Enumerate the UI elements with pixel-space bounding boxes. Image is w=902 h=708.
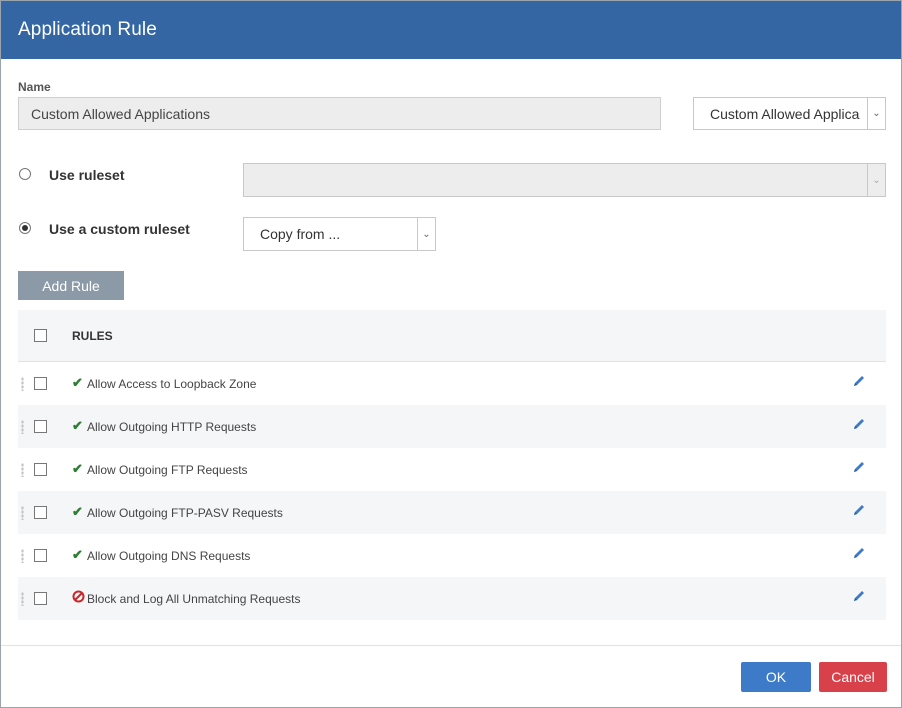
check-icon: ✔ (72, 461, 83, 476)
chevron-down-icon: ⌄ (417, 218, 435, 250)
pencil-icon[interactable] (852, 503, 866, 519)
pencil-icon[interactable] (852, 374, 866, 390)
rule-label: Block and Log All Unmatching Requests (87, 592, 301, 606)
table-row[interactable]: ✔ Allow Access to Loopback Zone (18, 362, 886, 405)
row-checkbox[interactable] (34, 506, 47, 519)
check-icon: ✔ (72, 375, 83, 390)
row-checkbox[interactable] (34, 463, 47, 476)
block-icon (72, 590, 85, 606)
pencil-icon[interactable] (852, 589, 866, 605)
application-rule-dialog: Application Rule Name Custom Allowed App… (0, 0, 902, 708)
name-select[interactable]: Custom Allowed Applica ⌄ (693, 97, 886, 130)
pencil-icon[interactable] (852, 546, 866, 562)
name-select-value: Custom Allowed Applica (710, 105, 860, 122)
select-all-checkbox[interactable] (34, 329, 47, 342)
rules-table: RULES ✔ Allow Access to Loopback Zone ✔ All… (18, 310, 886, 620)
copy-from-value: Copy from ... (260, 226, 341, 242)
rule-label: Allow Outgoing FTP-PASV Requests (87, 506, 283, 520)
rule-label: Allow Access to Loopback Zone (87, 377, 257, 391)
use-ruleset-radio[interactable] (19, 168, 31, 180)
table-row[interactable]: Block and Log All Unmatching Requests (18, 577, 886, 620)
row-checkbox[interactable] (34, 592, 47, 605)
table-row[interactable]: ✔ Allow Outgoing FTP-PASV Requests (18, 491, 886, 534)
row-checkbox[interactable] (34, 549, 47, 562)
table-row[interactable]: ✔ Allow Outgoing HTTP Requests (18, 405, 886, 448)
dialog-title: Application Rule (18, 19, 157, 40)
check-icon: ✔ (72, 418, 83, 433)
check-icon: ✔ (72, 504, 83, 519)
drag-handle-icon[interactable] (21, 420, 24, 434)
drag-handle-icon[interactable] (21, 549, 24, 563)
name-input[interactable] (18, 97, 661, 130)
rules-column-header: RULES (72, 329, 113, 343)
ruleset-select[interactable]: ⌄ (243, 163, 886, 197)
use-ruleset-label: Use ruleset (49, 167, 125, 183)
drag-handle-icon[interactable] (21, 506, 24, 520)
dialog-header: Application Rule (1, 1, 901, 59)
drag-handle-icon[interactable] (21, 592, 24, 606)
table-row[interactable]: ✔ Allow Outgoing FTP Requests (18, 448, 886, 491)
drag-handle-icon[interactable] (21, 377, 24, 391)
table-row[interactable]: ✔ Allow Outgoing DNS Requests (18, 534, 886, 577)
pencil-icon[interactable] (852, 417, 866, 433)
rule-label: Allow Outgoing HTTP Requests (87, 420, 257, 434)
rules-table-header: RULES (18, 310, 886, 362)
rule-label: Allow Outgoing DNS Requests (87, 549, 251, 563)
row-checkbox[interactable] (34, 420, 47, 433)
ok-button[interactable]: OK (741, 662, 811, 692)
check-icon: ✔ (72, 547, 83, 562)
pencil-icon[interactable] (852, 460, 866, 476)
add-rule-button[interactable]: Add Rule (18, 271, 124, 300)
use-custom-ruleset-radio[interactable] (19, 222, 31, 234)
copy-from-select[interactable]: Copy from ... ⌄ (243, 217, 436, 251)
row-checkbox[interactable] (34, 377, 47, 390)
name-label: Name (18, 80, 51, 94)
rule-label: Allow Outgoing FTP Requests (87, 463, 248, 477)
drag-handle-icon[interactable] (21, 463, 24, 477)
chevron-down-icon: ⌄ (867, 164, 885, 196)
use-custom-ruleset-label: Use a custom ruleset (49, 221, 190, 237)
chevron-down-icon: ⌄ (867, 98, 885, 129)
footer-divider (1, 645, 901, 646)
cancel-button[interactable]: Cancel (819, 662, 887, 692)
